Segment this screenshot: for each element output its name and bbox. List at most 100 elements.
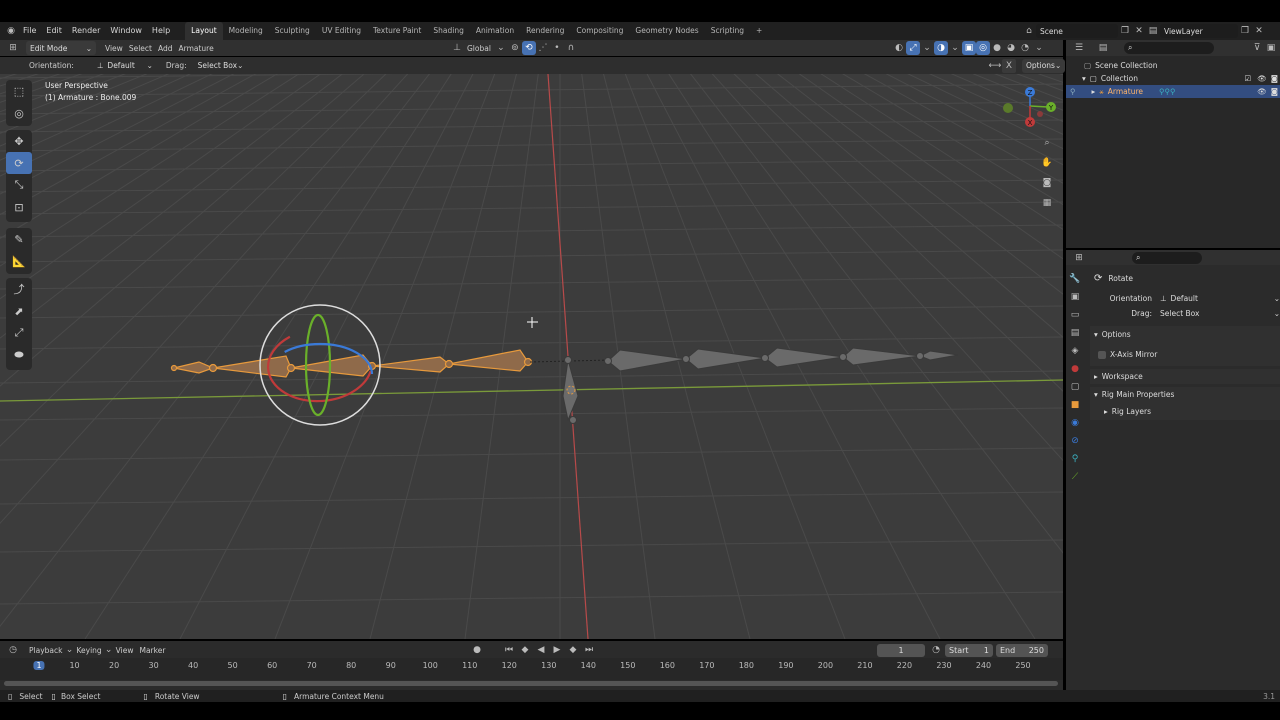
jump-end-icon[interactable]: ⏭ (582, 643, 596, 657)
move-tool-icon[interactable]: ✥ (6, 130, 32, 152)
output-tab-icon[interactable]: ▭ (1068, 308, 1082, 322)
bone[interactable] (212, 355, 292, 378)
tab-scripting[interactable]: Scripting (705, 22, 750, 40)
annotate-tool-icon[interactable]: ✎ (6, 228, 32, 250)
bone-joint[interactable] (604, 357, 612, 365)
play-icon[interactable]: ▶ (550, 643, 564, 657)
menu-marker[interactable]: Marker (136, 646, 168, 655)
bone[interactable] (448, 349, 529, 372)
menu-view[interactable]: View (102, 44, 126, 53)
tool-tab-icon[interactable]: 🔧 (1068, 272, 1082, 286)
eye-icon[interactable]: 👁 (1257, 87, 1267, 96)
render-tab-icon[interactable]: ▣ (1068, 290, 1082, 304)
new-view-layer-icon[interactable]: ❐ (1238, 24, 1252, 38)
display-mode-icon[interactable]: ▤ (1096, 41, 1110, 55)
menu-edit[interactable]: Edit (41, 22, 67, 40)
solid-shading-icon[interactable]: ● (990, 41, 1004, 55)
measure-tool-icon[interactable]: 📐 (6, 250, 32, 272)
record-button[interactable]: ● (470, 643, 484, 657)
zoom-icon[interactable]: ⌕ (1040, 136, 1054, 150)
collection-tab-icon[interactable]: ▢ (1068, 380, 1082, 394)
jump-start-icon[interactable]: ⏮ (502, 643, 516, 657)
stopwatch-icon[interactable]: ◔ (929, 643, 943, 657)
pivot-icon[interactable]: ⊚ (508, 41, 522, 55)
menu-file[interactable]: File (18, 22, 41, 40)
bone-joint[interactable] (916, 352, 924, 360)
next-keyframe-icon[interactable]: ◆ (566, 643, 580, 657)
scene-icon[interactable]: ⌂ (1022, 24, 1036, 38)
3d-viewport[interactable]: Z Y X User Perspective (1) Armature : Bo… (0, 74, 1063, 639)
scene-tab-icon[interactable]: ◈ (1068, 344, 1082, 358)
camera-icon[interactable]: ◙ (1040, 176, 1054, 190)
gizmo-neg-y[interactable] (1003, 103, 1013, 113)
snap-icon[interactable]: ⟲ (521, 41, 536, 55)
scene-field[interactable]: Scene (1036, 24, 1118, 38)
checkbox-icon[interactable]: ☑ (1244, 74, 1251, 83)
tab-shading[interactable]: Shading (427, 22, 469, 40)
tab-rendering[interactable]: Rendering (520, 22, 570, 40)
tab-sculpting[interactable]: Sculpting (269, 22, 316, 40)
menu-view[interactable]: View (113, 646, 137, 655)
menu-keying[interactable]: Keying (73, 646, 104, 655)
view-layer-field[interactable]: ViewLayer (1160, 24, 1238, 38)
rotate-tool-icon[interactable]: ⟳ (6, 152, 32, 174)
menu-playback[interactable]: Playback (26, 646, 65, 655)
eye-icon[interactable]: 👁 (1257, 74, 1267, 83)
editor-type-icon[interactable]: ◷ (6, 643, 20, 657)
current-frame-field[interactable]: 1 (877, 643, 925, 657)
outliner-row-armature[interactable]: ⚲ ▸ ⚹ Armature ⚲⚲⚲ 👁 ◙ (1066, 85, 1280, 98)
start-frame-field[interactable]: Start 1 (945, 643, 993, 657)
workspace-panel-header[interactable]: ▸ Workspace (1094, 370, 1143, 383)
orientation-dropdown[interactable]: ⊥ Default ⌄ (92, 58, 157, 73)
prev-keyframe-icon[interactable]: ◆ (518, 643, 532, 657)
object-tab-icon[interactable]: ■ (1068, 398, 1082, 412)
blender-logo-icon[interactable]: ◉ (4, 24, 18, 38)
bone-joint[interactable] (444, 359, 454, 369)
delete-view-layer-icon[interactable]: ✕ (1252, 24, 1266, 38)
gizmo-toggle-icon[interactable]: ⤢ (906, 41, 920, 55)
bone-joint[interactable] (208, 363, 218, 373)
transform-tool-icon[interactable]: ⊡ (6, 196, 32, 218)
constraint-tab-icon[interactable]: ⊘ (1068, 434, 1082, 448)
tab-animation[interactable]: Animation (470, 22, 520, 40)
editor-type-icon[interactable]: ⊞ (6, 41, 20, 55)
bone-tab-icon[interactable]: ⟋ (1068, 470, 1082, 484)
outliner-row-collection[interactable]: ▾ ▢ Collection ☑ 👁 ◙ (1066, 72, 1280, 85)
add-workspace-button[interactable]: + (750, 22, 768, 40)
xray-icon[interactable]: ▣ (962, 41, 976, 55)
menu-add[interactable]: Add (155, 44, 176, 53)
overlays-icon[interactable]: ◑ (934, 41, 948, 55)
bone-size-tool-icon[interactable]: ⬈ (6, 300, 32, 322)
bone[interactable] (607, 349, 687, 372)
new-scene-icon[interactable]: ❐ (1118, 24, 1132, 38)
tab-layout[interactable]: Layout (185, 22, 223, 40)
cursor-tool-icon[interactable]: ◎ (6, 102, 32, 124)
select-box-tool-icon[interactable]: ⬚ (6, 80, 32, 102)
bone[interactable] (173, 361, 215, 374)
camera-icon[interactable]: ◙ (1271, 87, 1278, 96)
visibility-icon[interactable]: ◐ (892, 41, 906, 55)
selected-bone-chain[interactable] (170, 349, 533, 378)
play-reverse-icon[interactable]: ◀ (534, 643, 548, 657)
new-collection-icon[interactable]: ▣ (1264, 41, 1278, 55)
bone-joint[interactable] (286, 363, 296, 373)
menu-window[interactable]: Window (105, 22, 147, 40)
properties-search-input[interactable]: ⌕ (1132, 251, 1202, 264)
unselected-bone-chain[interactable] (604, 347, 959, 372)
editor-type-icon[interactable]: ⊞ (1072, 251, 1086, 265)
expand-arrow-icon[interactable]: ▸ (1092, 87, 1096, 96)
bone[interactable] (685, 348, 766, 370)
bone[interactable] (918, 350, 959, 361)
bone-joint[interactable] (682, 355, 690, 363)
timeline-scrollbar[interactable] (4, 681, 1058, 686)
world-tab-icon[interactable]: ● (1068, 362, 1082, 376)
bone-joint[interactable] (761, 354, 769, 362)
end-frame-field[interactable]: End 250 (996, 643, 1048, 657)
bone-joint[interactable] (839, 353, 847, 361)
roll-tool-icon[interactable]: ⤴ (6, 278, 32, 300)
snap-target-icon[interactable]: ⋰ (536, 41, 550, 55)
scale-tool-icon[interactable]: ⤡ (6, 174, 32, 196)
armature-tab-icon[interactable]: ⚲ (1068, 452, 1082, 466)
gizmo-neg-x[interactable] (1037, 111, 1043, 117)
x-mirror-toggle[interactable]: X (1002, 58, 1016, 73)
